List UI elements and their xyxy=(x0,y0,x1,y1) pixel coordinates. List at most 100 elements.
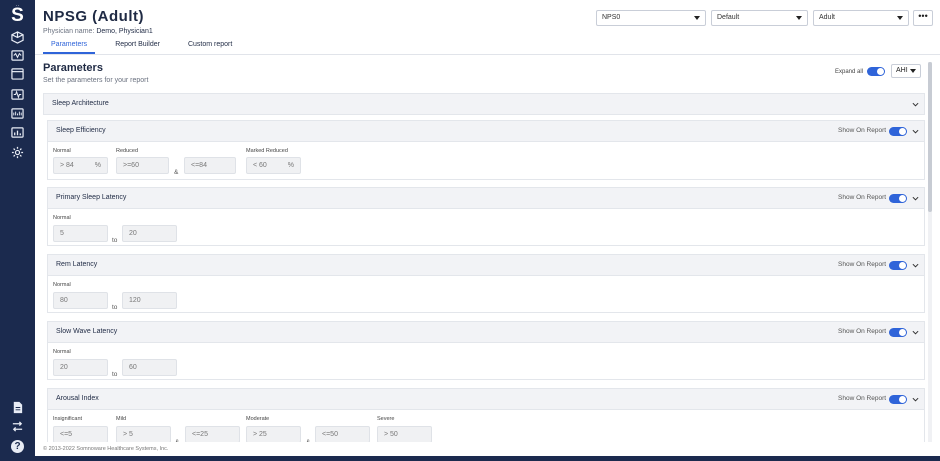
input-value: < 60 xyxy=(253,162,267,169)
help-icon[interactable]: ? xyxy=(11,440,24,453)
chart-icon[interactable] xyxy=(10,126,25,139)
tab-parameters[interactable]: Parameters xyxy=(43,40,96,54)
chevron-down-icon[interactable] xyxy=(912,329,919,336)
mild-max-input[interactable]: <=25 xyxy=(185,426,240,442)
connector-label: to xyxy=(112,237,118,244)
range-max-input[interactable]: 60 xyxy=(122,359,177,376)
physician-label: Physician name: xyxy=(43,28,95,35)
tab-report-builder[interactable]: Report Builder xyxy=(107,40,168,54)
tab-custom-report[interactable]: Custom report xyxy=(180,40,240,54)
tab-bar: Parameters Report Builder Custom report xyxy=(43,40,252,55)
chevron-down-icon[interactable] xyxy=(912,101,919,108)
connector-label: to xyxy=(112,304,118,311)
field-label: Marked Reduced xyxy=(246,148,288,154)
chevron-down-icon[interactable] xyxy=(912,262,919,269)
range-min-input[interactable]: 5 xyxy=(53,225,108,242)
copyright-footer: © 2013-2022 Somnoware Healthcare Systems… xyxy=(35,442,940,456)
sleep-architecture-group[interactable]: Sleep Architecture xyxy=(43,93,925,115)
card-header[interactable]: Primary Sleep Latency Show On Report xyxy=(48,188,924,209)
physician-line: Physician name: Demo, Physician1 xyxy=(43,28,153,35)
input-value: > 84 xyxy=(60,162,74,169)
section-title: Parameters xyxy=(43,62,103,74)
show-on-report-label: Show On Report xyxy=(838,261,887,268)
main-panel: NPSG (Adult) Physician name: Demo, Physi… xyxy=(35,0,940,456)
card-sleep-efficiency: Sleep Efficiency Show On Report Normal >… xyxy=(47,120,925,180)
card-slow-wave-latency: Slow Wave Latency Show On Report Normal … xyxy=(47,321,925,380)
template-dropdown[interactable]: Default xyxy=(711,10,808,26)
card-title: Sleep Efficiency xyxy=(56,127,106,134)
field-label: Normal xyxy=(53,349,71,355)
gear-icon[interactable] xyxy=(10,146,25,159)
population-dropdown[interactable]: Adult xyxy=(813,10,909,26)
card-primary-sleep-latency: Primary Sleep Latency Show On Report Nor… xyxy=(47,187,925,246)
insignificant-input[interactable]: <=5 xyxy=(53,426,108,442)
show-on-report-toggle[interactable] xyxy=(889,127,907,136)
card-arousal-index: Arousal Index Show On Report Insignifica… xyxy=(47,388,925,442)
field-label: Reduced xyxy=(116,148,139,154)
connector-label: & xyxy=(174,169,179,176)
card-header[interactable]: Slow Wave Latency Show On Report xyxy=(48,322,924,343)
group-label: Sleep Architecture xyxy=(52,100,109,107)
unit-label: % xyxy=(94,162,101,169)
document-icon[interactable] xyxy=(10,401,25,414)
parameters-content[interactable]: Parameters Set the parameters for your r… xyxy=(35,56,940,442)
normal-input[interactable]: > 84 % xyxy=(53,157,108,174)
reduced-min-input[interactable]: >=60 xyxy=(116,157,169,174)
show-on-report-label: Show On Report xyxy=(838,395,887,402)
field-label: Mild xyxy=(116,416,127,422)
window-bottom-edge xyxy=(35,456,940,461)
field-label: Normal xyxy=(53,215,71,221)
card-header[interactable]: Arousal Index Show On Report xyxy=(48,389,924,410)
card-header[interactable]: Rem Latency Show On Report xyxy=(48,255,924,276)
chevron-down-icon[interactable] xyxy=(912,128,919,135)
card-title: Primary Sleep Latency xyxy=(56,194,127,201)
signal-icon[interactable] xyxy=(10,107,25,120)
more-options-button[interactable]: ••• xyxy=(913,10,933,26)
index-select[interactable]: AHI xyxy=(891,64,921,78)
scrollbar-thumb[interactable] xyxy=(928,62,932,212)
field-label: Insignificant xyxy=(53,416,83,422)
expand-all-toggle[interactable] xyxy=(867,67,885,76)
sidebar: S ·· ? xyxy=(0,0,35,461)
page-title: NPSG (Adult) xyxy=(43,8,144,25)
show-on-report-toggle[interactable] xyxy=(889,194,907,203)
range-max-input[interactable]: 20 xyxy=(122,225,177,242)
show-on-report-toggle[interactable] xyxy=(889,328,907,337)
field-label: Normal xyxy=(53,282,71,288)
transfer-icon[interactable] xyxy=(10,420,25,433)
chevron-down-icon[interactable] xyxy=(912,396,919,403)
marked-reduced-input[interactable]: < 60 % xyxy=(246,157,301,174)
connector-label: to xyxy=(112,371,118,378)
field-label: Severe xyxy=(377,416,395,422)
card-header[interactable]: Sleep Efficiency Show On Report xyxy=(48,121,924,142)
index-select-value: AHI xyxy=(896,67,908,74)
card-title: Rem Latency xyxy=(56,261,98,268)
study-dropdown-value: NPS0 xyxy=(602,14,621,21)
show-on-report-label: Show On Report xyxy=(838,194,887,201)
cube-icon[interactable] xyxy=(10,31,25,44)
range-max-input[interactable]: 120 xyxy=(122,292,177,309)
card-title: Arousal Index xyxy=(56,395,99,402)
range-min-input[interactable]: 20 xyxy=(53,359,108,376)
show-on-report-toggle[interactable] xyxy=(889,395,907,404)
field-label: Normal xyxy=(53,148,71,154)
chevron-down-icon xyxy=(897,16,903,20)
mild-min-input[interactable]: > 5 xyxy=(116,426,171,442)
range-min-input[interactable]: 80 xyxy=(53,292,108,309)
page-header: NPSG (Adult) Physician name: Demo, Physi… xyxy=(35,0,940,55)
reduced-max-input[interactable]: <=84 xyxy=(184,157,236,174)
chevron-down-icon xyxy=(694,16,700,20)
severe-input[interactable]: > 50 xyxy=(377,426,432,442)
study-dropdown[interactable]: NPS0 xyxy=(596,10,706,26)
chevron-down-icon xyxy=(910,69,916,73)
unit-label: % xyxy=(287,162,294,169)
show-on-report-toggle[interactable] xyxy=(889,261,907,270)
monitor-icon[interactable] xyxy=(10,88,25,101)
population-dropdown-value: Adult xyxy=(819,14,835,21)
chevron-down-icon[interactable] xyxy=(912,195,919,202)
calendar-icon[interactable] xyxy=(10,67,25,80)
field-label: Moderate xyxy=(246,416,270,422)
moderate-min-input[interactable]: > 25 xyxy=(246,426,301,442)
moderate-max-input[interactable]: <=50 xyxy=(315,426,370,442)
dna-icon[interactable] xyxy=(10,49,25,62)
